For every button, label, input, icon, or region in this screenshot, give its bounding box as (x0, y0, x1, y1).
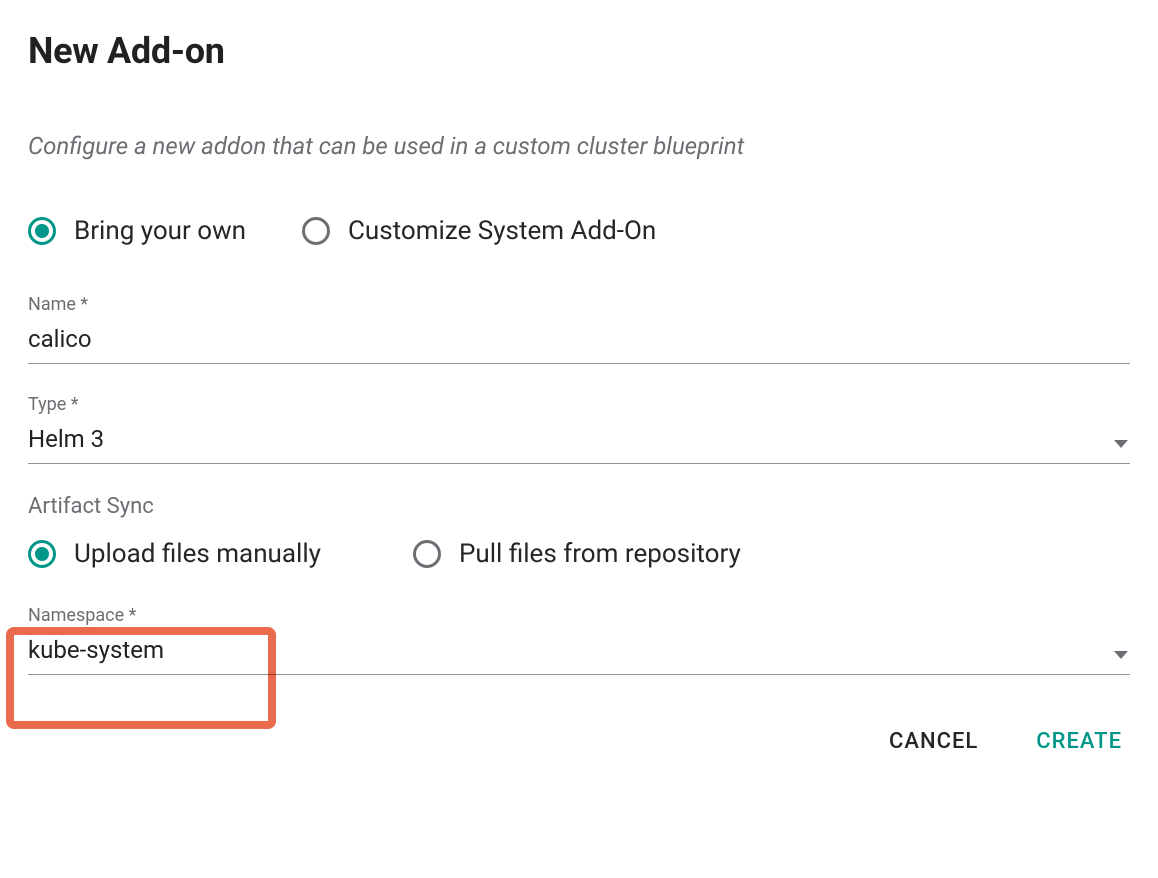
radio-selected-icon (28, 540, 56, 568)
radio-unselected-icon (413, 540, 441, 568)
radio-label: Upload files manually (74, 539, 321, 569)
radio-label: Customize System Add-On (348, 216, 656, 246)
addon-source-radio-group: Bring your own Customize System Add-On (28, 216, 1130, 246)
radio-customize-system-addon[interactable]: Customize System Add-On (302, 216, 656, 246)
name-field: Name * (28, 294, 1130, 364)
page-title: New Add-on (28, 30, 1130, 72)
name-label: Name * (28, 294, 1130, 315)
radio-selected-icon (28, 217, 56, 245)
type-label: Type * (28, 394, 1130, 415)
dialog-actions: CANCEL CREATE (28, 723, 1130, 760)
type-field: Type * (28, 394, 1130, 464)
type-select[interactable] (28, 421, 1130, 464)
radio-label: Bring your own (74, 216, 246, 246)
cancel-button[interactable]: CANCEL (885, 723, 982, 760)
radio-upload-manually[interactable]: Upload files manually (28, 539, 321, 569)
namespace-select[interactable] (28, 632, 1130, 675)
radio-label: Pull files from repository (459, 539, 741, 569)
page-subtitle: Configure a new addon that can be used i… (28, 132, 1130, 160)
create-button[interactable]: CREATE (1032, 723, 1126, 760)
radio-pull-from-repo[interactable]: Pull files from repository (413, 539, 741, 569)
artifact-sync-label: Artifact Sync (28, 494, 1130, 519)
artifact-sync-radio-group: Upload files manually Pull files from re… (28, 539, 1130, 569)
namespace-field: Namespace * (28, 605, 1130, 675)
namespace-label: Namespace * (28, 605, 1130, 626)
radio-unselected-icon (302, 217, 330, 245)
name-input[interactable] (28, 321, 1130, 364)
radio-bring-your-own[interactable]: Bring your own (28, 216, 246, 246)
